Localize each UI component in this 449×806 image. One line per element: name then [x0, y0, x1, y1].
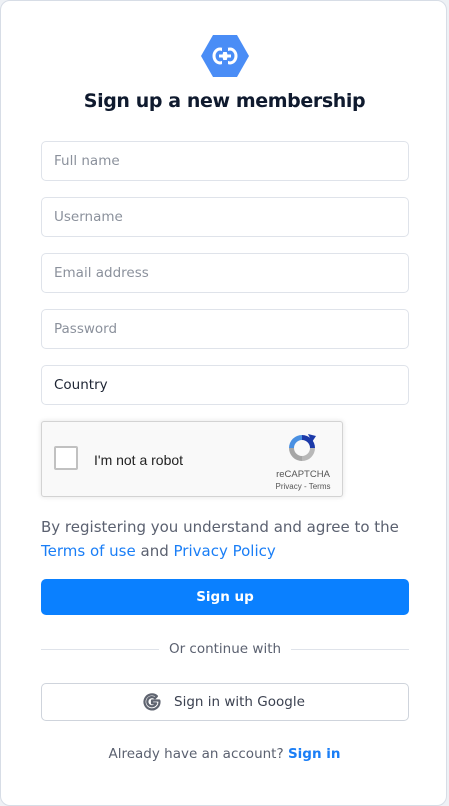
link-hexagon-icon [201, 35, 249, 77]
username-input[interactable] [41, 197, 409, 237]
page-title: Sign up a new membership [83, 90, 366, 112]
signup-card: Sign up a new membership Country I'm not… [0, 0, 447, 806]
divider-text: Or continue with [168, 641, 282, 657]
recaptcha-checkbox[interactable] [54, 446, 78, 470]
privacy-link[interactable]: Privacy Policy [174, 542, 276, 560]
recaptcha-brand: reCAPTCHA [276, 469, 330, 480]
signin-prompt: Already have an account? Sign in [1, 746, 448, 762]
google-g-icon [143, 693, 161, 711]
full-name-input[interactable] [41, 141, 409, 181]
password-input[interactable] [41, 309, 409, 349]
recaptcha-icon [289, 434, 316, 461]
google-signin-label: Sign in with Google [174, 694, 305, 710]
signin-question: Already have an account? [108, 746, 284, 762]
country-select-value: Country [54, 377, 108, 393]
recaptcha-label: I'm not a robot [94, 452, 184, 468]
recaptcha-links[interactable]: Privacy - Terms [268, 482, 338, 491]
signin-link[interactable]: Sign in [288, 746, 341, 762]
recaptcha-widget: I'm not a robot reCAPTCHA Privacy - Term… [41, 421, 343, 497]
agreement-text: By registering you understand and agree … [41, 515, 411, 563]
terms-link[interactable]: Terms of use [41, 542, 136, 560]
agreement-conjunction: and [140, 542, 169, 560]
divider: Or continue with [41, 639, 409, 659]
country-select[interactable]: Country [41, 365, 409, 405]
email-input[interactable] [41, 253, 409, 293]
signup-button[interactable]: Sign up [41, 579, 409, 615]
google-signin-button[interactable]: Sign in with Google [41, 683, 409, 721]
agreement-prefix: By registering you understand and agree … [41, 518, 399, 536]
